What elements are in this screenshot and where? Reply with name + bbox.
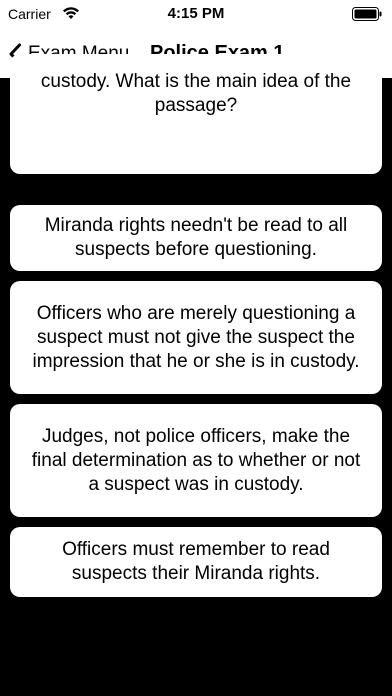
- exam-content[interactable]: custody. What is the main idea of the pa…: [0, 54, 392, 696]
- app-screen: Carrier 4:15 PM Exam Menu Police Exam 1 …: [0, 0, 392, 696]
- answer-option-3[interactable]: Judges, not police officers, make the fi…: [10, 404, 382, 517]
- battery-icon: [352, 7, 382, 21]
- answer-option-text: Officers must remember to read suspects …: [62, 539, 330, 584]
- answer-option-1[interactable]: Miranda rights needn't be read to all su…: [10, 205, 382, 271]
- question-text: custody. What is the main idea of the pa…: [40, 71, 352, 116]
- status-time: 4:15 PM: [167, 5, 225, 22]
- answer-option-text: Judges, not police officers, make the fi…: [31, 425, 361, 495]
- answer-option-text: Miranda rights needn't be read to all su…: [44, 215, 348, 260]
- question-card: custody. What is the main idea of the pa…: [10, 54, 382, 174]
- answer-option-4[interactable]: Officers must remember to read suspects …: [10, 527, 382, 597]
- status-bar: Carrier 4:15 PM: [0, 0, 392, 28]
- answer-option-text: Officers who are merely questioning a su…: [32, 302, 360, 372]
- answer-option-2[interactable]: Officers who are merely questioning a su…: [10, 281, 382, 394]
